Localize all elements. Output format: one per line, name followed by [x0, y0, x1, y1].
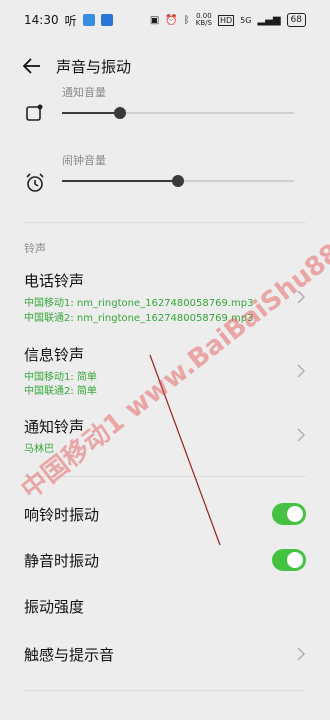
message-ringtone-sim2: 中国联通2: 简单	[24, 386, 97, 397]
vibration-intensity-label: 振动强度	[24, 598, 85, 616]
haptics-tones-row[interactable]: 触感与提示音	[0, 634, 330, 674]
chevron-right-icon	[297, 364, 306, 378]
vibrate-when-silent-label: 静音时振动	[24, 552, 100, 570]
notification-ringtone-item[interactable]: 通知铃声 马林巴	[0, 416, 330, 456]
vibrate-when-ringing-toggle[interactable]	[272, 503, 306, 525]
arrow-left-icon	[23, 58, 40, 74]
notification-volume-row: 通知音量	[0, 84, 330, 144]
slider-thumb[interactable]	[172, 175, 184, 187]
status-right: ▣ ⏰ ᛒ 0.00 KB/S HD 5G ▂▄▆ 68	[150, 13, 306, 27]
app-icon	[82, 14, 95, 26]
status-bar: 14:30 听 ▣ ⏰ ᛒ 0.00 KB/S HD 5G ▂▄▆ 68	[0, 0, 330, 40]
slider-thumb[interactable]	[114, 107, 126, 119]
vibrate-when-silent-row: 静音时振动	[0, 540, 330, 580]
alarm-volume-label: 闹钟音量	[62, 154, 106, 167]
slider-fill	[62, 180, 178, 182]
chevron-right-icon	[297, 647, 306, 661]
notification-ringtone-title: 通知铃声	[24, 418, 85, 436]
status-time: 14:30	[24, 13, 59, 27]
signal-icon: ▂▄▆	[257, 14, 281, 26]
page-title: 声音与振动	[56, 57, 132, 76]
notification-volume-label: 通知音量	[62, 86, 106, 99]
alarm-clock-icon	[26, 173, 44, 192]
phone-ringtone-sim2: 中国联通2: nm_ringtone_1627480058769.mp3	[24, 313, 254, 324]
divider	[24, 690, 306, 691]
back-button[interactable]	[12, 46, 52, 86]
speed-unit: KB/S	[195, 19, 212, 27]
message-ringtone-sim1: 中国移动1: 简单	[24, 372, 97, 383]
alarm-volume-row: 闹钟音量	[0, 150, 330, 210]
ringtone-section-label: 铃声	[24, 242, 46, 255]
hd-label: HD	[217, 14, 235, 26]
app-label: 听	[64, 13, 77, 28]
battery-indicator: 68	[286, 13, 306, 27]
nfc-icon: ▣	[149, 14, 160, 26]
toggle-knob	[287, 552, 303, 568]
message-ringtone-title: 信息铃声	[24, 346, 85, 364]
divider	[24, 476, 306, 477]
vibrate-when-ringing-label: 响铃时振动	[24, 506, 100, 524]
alarm-volume-slider[interactable]	[62, 175, 294, 187]
vibrate-when-silent-toggle[interactable]	[272, 549, 306, 571]
alarm-icon: ⏰	[165, 14, 178, 26]
slider-fill	[62, 112, 120, 114]
notification-icon	[26, 104, 43, 121]
phone-ringtone-item[interactable]: 电话铃声 中国移动1: nm_ringtone_1627480058769.mp…	[0, 270, 330, 326]
vibration-intensity-row[interactable]: 振动强度	[0, 586, 330, 626]
status-left: 14:30 听	[24, 12, 113, 29]
chevron-right-icon	[297, 428, 306, 442]
notification-volume-slider[interactable]	[62, 107, 294, 119]
message-ringtone-item[interactable]: 信息铃声 中国移动1: 简单 中国联通2: 简单	[0, 344, 330, 397]
chevron-right-icon	[297, 290, 306, 304]
toggle-knob	[287, 506, 303, 522]
app-icon	[100, 14, 113, 26]
divider	[24, 222, 306, 223]
bluetooth-icon: ᛒ	[183, 14, 190, 26]
haptics-tones-label: 触感与提示音	[24, 646, 115, 664]
network-speed: 0.00 KB/S	[196, 13, 212, 27]
vibrate-when-ringing-row: 响铃时振动	[0, 494, 330, 534]
phone-ringtone-title: 电话铃声	[24, 272, 85, 290]
page-header: 声音与振动	[0, 46, 330, 86]
network-label: 5G	[240, 15, 252, 25]
phone-ringtone-sim1: 中国移动1: nm_ringtone_1627480058769.mp3	[24, 298, 254, 309]
notification-ringtone-value: 马林巴	[24, 444, 54, 455]
